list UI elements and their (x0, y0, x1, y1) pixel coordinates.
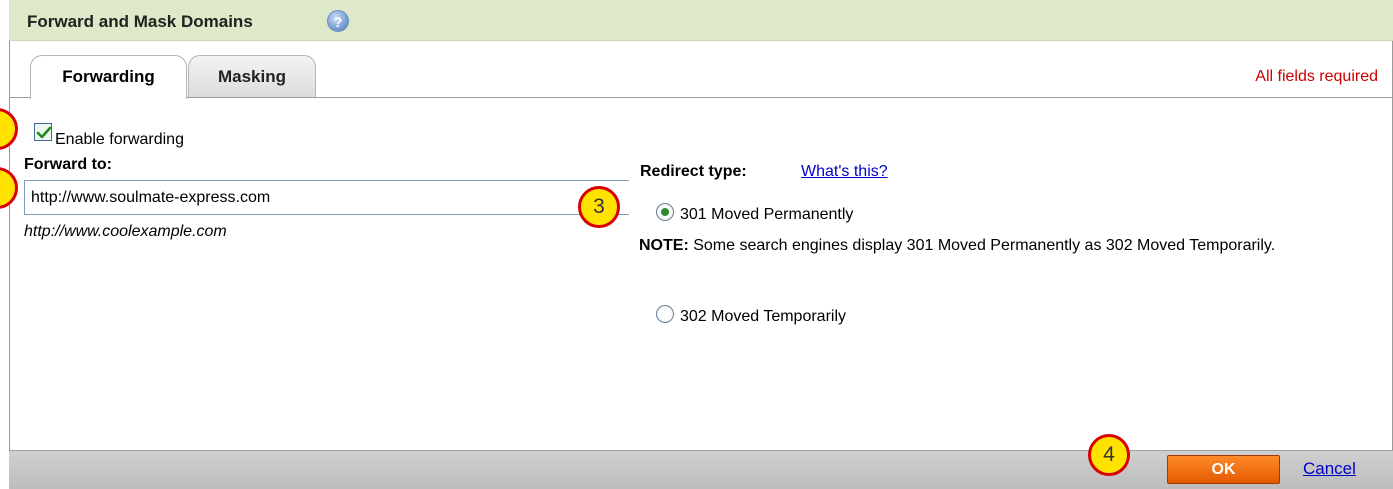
callout-4: 4 (1088, 434, 1130, 476)
note-prefix: NOTE: (639, 237, 689, 254)
ok-button[interactable]: OK (1167, 455, 1280, 484)
cancel-link[interactable]: Cancel (1303, 459, 1356, 479)
forward-to-example: http://www.coolexample.com (24, 223, 227, 240)
redirect-note: NOTE: Some search engines display 301 Mo… (639, 233, 1339, 258)
forward-to-label: Forward to: (24, 156, 112, 173)
radio-301[interactable] (656, 203, 674, 221)
tab-forwarding[interactable]: Forwarding (30, 55, 187, 99)
checkmark-icon (36, 126, 52, 139)
forward-to-input[interactable] (24, 180, 629, 215)
tab-divider (9, 97, 1393, 98)
enable-forwarding-checkbox[interactable] (34, 123, 52, 141)
enable-forwarding-label: Enable forwarding (55, 131, 184, 148)
radio-301-label: 301 Moved Permanently (680, 206, 854, 223)
note-text: Some search engines display 301 Moved Pe… (688, 237, 1276, 254)
callout-3: 3 (578, 186, 620, 228)
redirect-type-label: Redirect type: (640, 163, 747, 180)
required-fields-note: All fields required (1255, 68, 1378, 85)
radio-302[interactable] (656, 305, 674, 323)
radio-302-label: 302 Moved Temporarily (680, 308, 847, 325)
dialog-title: Forward and Mask Domains (27, 12, 253, 31)
dialog-header: Forward and Mask Domains ? (9, 0, 1393, 41)
whats-this-link[interactable]: What's this? (801, 163, 888, 181)
tab-masking[interactable]: Masking (188, 55, 316, 98)
radio-selected-dot (661, 208, 669, 216)
help-icon[interactable]: ? (327, 10, 349, 32)
